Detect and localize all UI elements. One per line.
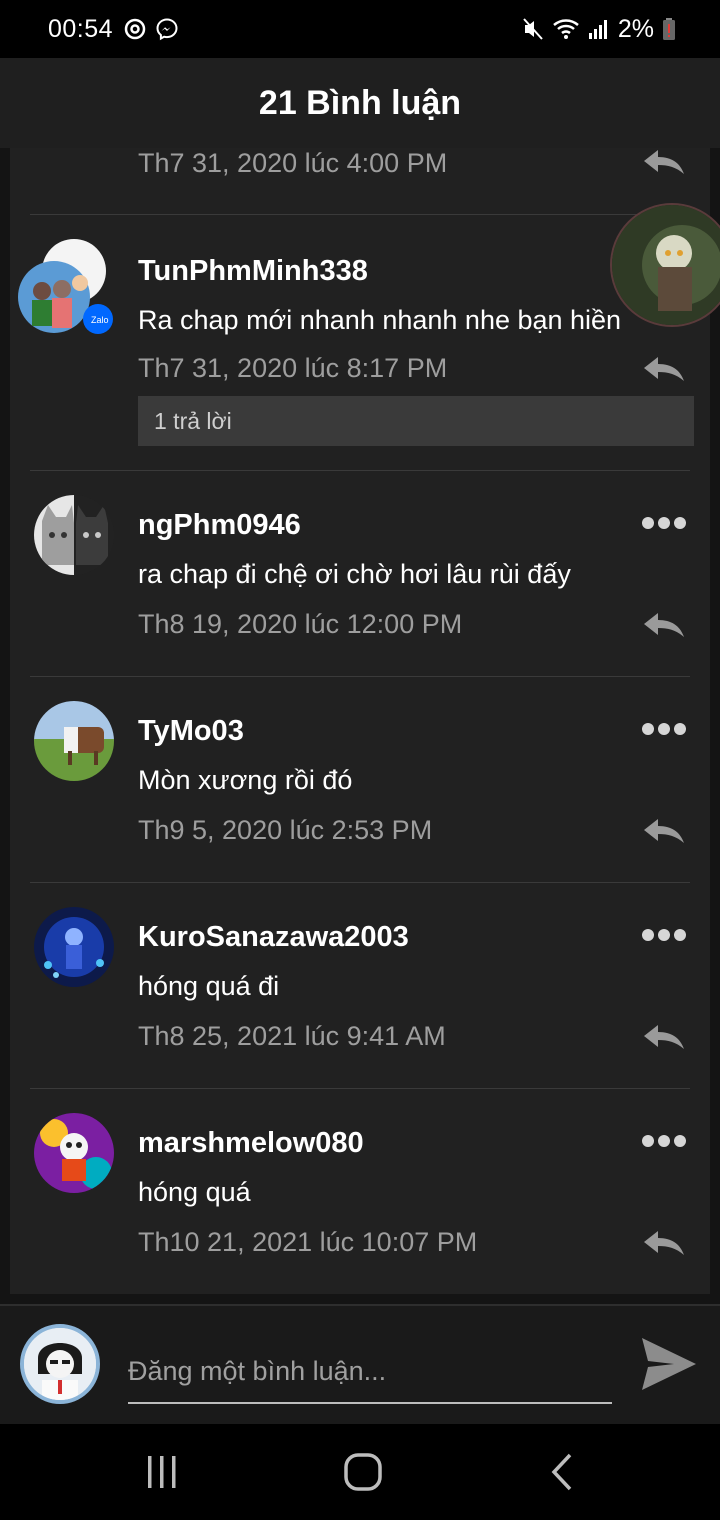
reply-icon[interactable] bbox=[642, 817, 686, 845]
comment-date: Th8 19, 2020 lúc 12:00 PM bbox=[138, 609, 463, 639]
avatar[interactable] bbox=[34, 1113, 114, 1193]
comment-text: Ra chap mới nhanh nhanh nhe bạn hiền bbox=[138, 305, 622, 335]
wifi-icon bbox=[553, 19, 579, 39]
status-left-icons bbox=[123, 17, 179, 41]
comment-date: Th7 31, 2020 lúc 4:00 PM bbox=[138, 148, 448, 178]
system-navigation-bar bbox=[0, 1424, 720, 1520]
status-right: 2% bbox=[522, 15, 676, 44]
comment-username[interactable]: TyMo03 bbox=[138, 715, 244, 748]
reply-icon[interactable] bbox=[642, 148, 686, 176]
comment-text: ra chap đi chệ ơi chờ hơi lâu rùi đấy bbox=[138, 559, 571, 589]
comment-item: marshmelow080 hóng quá Th10 21, 2021 lúc… bbox=[10, 1089, 710, 1294]
signal-icon bbox=[588, 20, 607, 39]
more-options-icon[interactable] bbox=[640, 721, 688, 737]
comment-username[interactable]: ngPhm0946 bbox=[138, 509, 301, 542]
svg-text:Zalo: Zalo bbox=[91, 315, 109, 325]
battery-low-icon bbox=[663, 18, 675, 40]
more-options-icon[interactable] bbox=[640, 515, 688, 531]
reply-icon[interactable] bbox=[642, 355, 686, 383]
comment-text: hóng quá đi bbox=[138, 971, 280, 1001]
battery-percent: 2% bbox=[617, 14, 654, 43]
comment-username[interactable]: TunPhmMinh338 bbox=[138, 255, 368, 288]
recents-icon[interactable] bbox=[140, 1452, 184, 1492]
avatar[interactable] bbox=[34, 907, 114, 987]
more-options-icon[interactable] bbox=[640, 1133, 688, 1149]
comment-item: ngPhm0946 ra chap đi chệ ơi chờ hơi lâu … bbox=[10, 471, 710, 677]
comment-item: Zalo TunPhmMinh338 Ra chap mới nhanh nha… bbox=[10, 215, 710, 471]
sync-icon bbox=[124, 18, 146, 40]
comment-text: hóng quá bbox=[138, 1177, 251, 1207]
comment-input-placeholder: Đăng một bình luận... bbox=[128, 1355, 387, 1386]
back-icon[interactable] bbox=[542, 1452, 586, 1492]
comment-input[interactable]: Đăng một bình luận... bbox=[128, 1340, 612, 1404]
comment-username[interactable]: KuroSanazawa2003 bbox=[138, 921, 409, 954]
avatar[interactable] bbox=[34, 495, 114, 575]
comment-date: Th7 31, 2020 lúc 8:17 PM bbox=[138, 353, 448, 383]
send-icon[interactable] bbox=[640, 1336, 698, 1392]
mute-icon bbox=[523, 18, 543, 40]
comments-header: 21 Bình luận bbox=[0, 58, 720, 148]
messenger-icon bbox=[156, 18, 178, 41]
comment-item: Th7 31, 2020 lúc 4:00 PM bbox=[10, 148, 710, 214]
comment-username[interactable]: marshmelow080 bbox=[138, 1127, 364, 1160]
comment-item: TyMo03 Mòn xương rồi đó Th9 5, 2020 lúc … bbox=[10, 677, 710, 883]
view-replies-button[interactable]: 1 trả lời bbox=[138, 396, 694, 446]
page-title: 21 Bình luận bbox=[258, 83, 462, 122]
reply-icon[interactable] bbox=[642, 1023, 686, 1051]
current-user-avatar bbox=[20, 1324, 100, 1404]
comment-list[interactable]: Th7 31, 2020 lúc 4:00 PM Zalo TunPhmMinh… bbox=[10, 148, 710, 1294]
comment-date: Th9 5, 2020 lúc 2:53 PM bbox=[138, 815, 433, 845]
more-options-icon[interactable] bbox=[640, 927, 688, 943]
reply-icon[interactable] bbox=[642, 611, 686, 639]
replies-label: 1 trả lời bbox=[154, 407, 232, 434]
comment-composer: Đăng một bình luận... bbox=[0, 1304, 720, 1424]
status-time: 00:54 bbox=[48, 14, 114, 43]
avatar[interactable] bbox=[34, 701, 114, 781]
comment-date: Th10 21, 2021 lúc 10:07 PM bbox=[138, 1227, 478, 1257]
avatar[interactable]: Zalo bbox=[18, 239, 114, 335]
comment-item: KuroSanazawa2003 hóng quá đi Th8 25, 202… bbox=[10, 883, 710, 1089]
status-bar: 00:54 2% bbox=[0, 0, 720, 58]
comment-text: Mòn xương rồi đó bbox=[138, 765, 353, 795]
reply-icon[interactable] bbox=[642, 1229, 686, 1257]
home-icon[interactable] bbox=[341, 1452, 385, 1492]
comment-date: Th8 25, 2021 lúc 9:41 AM bbox=[138, 1021, 446, 1051]
